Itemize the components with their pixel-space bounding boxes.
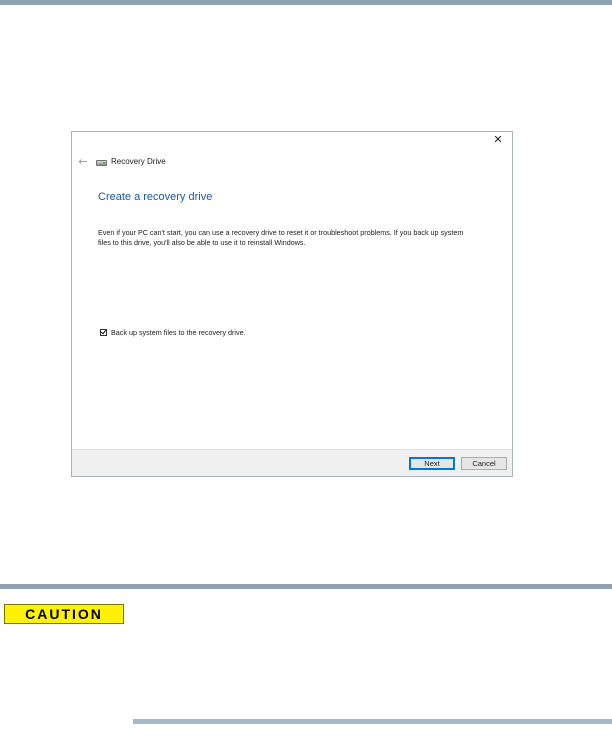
next-button[interactable]: Next: [409, 457, 455, 470]
backup-checkbox[interactable]: [100, 328, 107, 336]
backup-checkbox-label[interactable]: Back up system files to the recovery dri…: [111, 328, 246, 337]
end-rule: [133, 719, 612, 724]
drive-icon: [96, 160, 107, 166]
description-text: Even if your PC can't start, you can use…: [98, 228, 464, 247]
close-icon[interactable]: ✕: [490, 133, 506, 147]
top-rule: [0, 0, 612, 5]
caution-badge: CAUTION: [4, 604, 124, 624]
backup-checkbox-row[interactable]: Back up system files to the recovery dri…: [100, 327, 246, 337]
recovery-drive-dialog: ✕ ← Recovery Drive Create a recovery dri…: [71, 131, 513, 477]
page-heading: Create a recovery drive: [98, 191, 213, 203]
window-title: Recovery Drive: [111, 157, 166, 166]
cancel-button[interactable]: Cancel: [461, 457, 507, 470]
back-arrow-icon[interactable]: ←: [76, 155, 90, 169]
section-rule: [0, 584, 612, 589]
dialog-footer: Next Cancel: [72, 449, 512, 476]
